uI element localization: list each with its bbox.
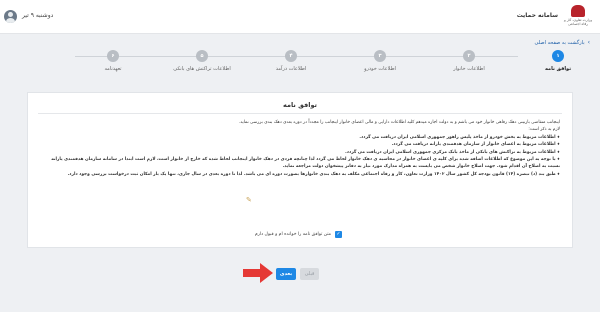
agreement-intro: اینجانب متقاضی بازبینی دهک رفاهی خانوار …: [238, 120, 560, 125]
top-bar: وزارت تعاون، کار و رفاه اجتماعی سامانه ح…: [0, 0, 600, 34]
step-household-info[interactable]: ۲ اطلاعات خانوار: [424, 50, 514, 72]
back-to-home-link[interactable]: › بازگشت به صفحه اصلی: [535, 39, 590, 46]
agreement-bullet: طبق بند (د) تبصره (۱۴) قانون بودجه کل کش…: [40, 171, 560, 178]
step-label: اطلاعات خودرو: [364, 66, 396, 72]
user-avatar-icon[interactable]: [4, 10, 17, 23]
divider: [38, 113, 562, 114]
step-income-info[interactable]: ۴ اطلاعات درآمد: [246, 50, 336, 72]
pen-icon: ✎: [246, 196, 252, 204]
step-number: ۵: [196, 50, 208, 62]
agreement-bullet: اطلاعات مربوط به بخش خودرو از ماخذ پلیس …: [40, 134, 560, 141]
app-title: سامانه حمایت: [516, 12, 558, 19]
next-button[interactable]: بعدی: [276, 268, 296, 280]
agreement-note-heading: لازم به ذکر است:: [528, 127, 560, 133]
agreement-bullet: اطلاعات مربوط به تراکنش های بانکی از ماخ…: [40, 149, 560, 156]
agreement-bullet: اطلاعات مربوط به اعضای خانوار از سازمان …: [40, 141, 560, 148]
previous-button[interactable]: قبلی: [300, 268, 319, 280]
logo-caption: وزارت تعاون، کار و رفاه اجتماعی: [564, 18, 592, 26]
agreement-title: توافق نامه: [283, 101, 317, 109]
agreement-card: توافق نامه اینجانب متقاضی بازبینی دهک رف…: [27, 92, 573, 248]
step-commitment[interactable]: ۶ تعهدنامه: [68, 50, 158, 72]
consent-checkbox[interactable]: ✓: [335, 231, 342, 238]
step-label: اطلاعات خانوار: [453, 66, 485, 72]
back-link-label: بازگشت به صفحه اصلی: [534, 39, 585, 46]
consent-checkbox-row[interactable]: ✓ متن توافق نامه را خوانده ام و قبول دار…: [255, 231, 342, 238]
step-vehicle-info[interactable]: ۳ اطلاعات خودرو: [335, 50, 425, 72]
government-logo: وزارت تعاون، کار و رفاه اجتماعی: [564, 5, 592, 29]
consent-label: متن توافق نامه را خوانده ام و قبول دارم: [254, 232, 331, 237]
step-number: ۶: [107, 50, 119, 62]
step-label: اطلاعات درآمد: [275, 66, 307, 72]
step-number: ۱: [552, 50, 564, 62]
annotation-arrow-icon: [243, 263, 273, 283]
step-label: تعهدنامه: [104, 66, 122, 72]
chevron-right-icon: ›: [587, 39, 590, 46]
agreement-text: اینجانب متقاضی بازبینی دهک رفاهی خانوار …: [40, 119, 560, 178]
step-number: ۴: [285, 50, 297, 62]
date-label: دوشنبه ۹ تیر: [22, 12, 54, 19]
step-number: ۲: [463, 50, 475, 62]
step-number: ۳: [374, 50, 386, 62]
step-label: اطلاعات تراکنش های بانکی: [173, 66, 231, 72]
step-label: توافق نامه: [544, 66, 572, 72]
progress-stepper: ۱ توافق نامه ۲ اطلاعات خانوار ۳ اطلاعات …: [30, 50, 571, 78]
agreement-bullet: با توجه به این موضوع که اطلاعات اضافه شد…: [40, 156, 560, 171]
step-agreement[interactable]: ۱ توافق نامه: [513, 50, 600, 72]
step-bank-transactions[interactable]: ۵ اطلاعات تراکنش های بانکی: [157, 50, 247, 72]
emblem-icon: [571, 5, 585, 17]
